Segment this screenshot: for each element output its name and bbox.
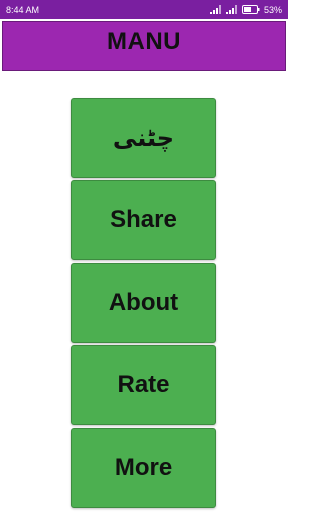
about-button-label: About [108, 289, 179, 316]
page-title: MANU [107, 28, 181, 55]
signal-icon [209, 5, 222, 14]
rate-button[interactable]: Rate [71, 345, 216, 425]
title-bar: MANU [2, 21, 286, 71]
battery-percent: 53% [263, 4, 282, 15]
status-bar: 8:44 AM 53% [0, 0, 288, 19]
share-button[interactable]: Share [71, 180, 216, 260]
battery-icon [241, 5, 260, 14]
chutney-button-label: چٹنی [112, 124, 175, 152]
status-icons: 53% [209, 4, 282, 15]
more-button-label: More [114, 454, 173, 481]
share-button-label: Share [110, 206, 177, 233]
more-button[interactable]: More [71, 428, 216, 508]
about-button[interactable]: About [71, 263, 216, 343]
status-time: 8:44 AM [6, 4, 40, 15]
signal-icon-secondary [225, 5, 238, 14]
chutney-button[interactable]: چٹنی [71, 98, 216, 178]
rate-button-label: Rate [117, 371, 170, 398]
